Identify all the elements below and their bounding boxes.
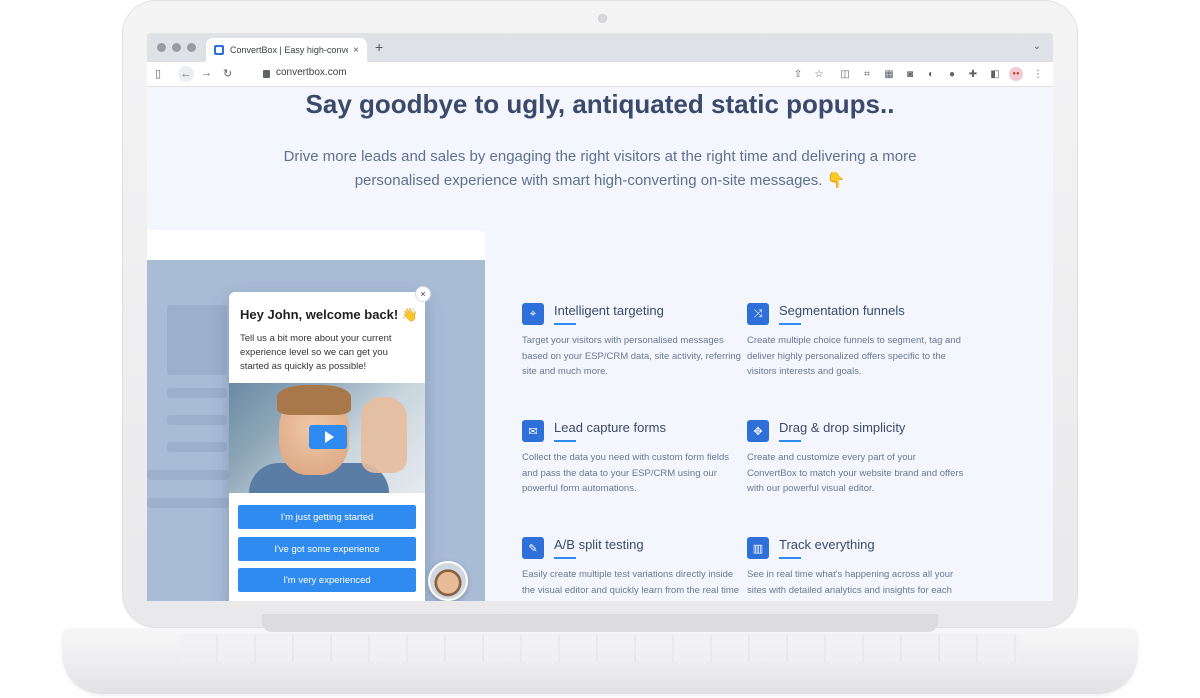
address-bar[interactable]: convertbox.com — [263, 67, 347, 78]
page-subheadline: Drive more leads and sales by engaging t… — [283, 148, 917, 189]
browser-tab-bar: ConvertBox | Easy high-conve × + ⌄ — [147, 33, 1053, 62]
maximize-window-dot[interactable] — [187, 43, 196, 52]
reload-icon[interactable]: ↻ — [223, 67, 232, 80]
extension-circle-icon[interactable]: ◐ — [924, 67, 938, 81]
forward-icon[interactable]: → — [201, 67, 212, 79]
popup-title: Hey John, welcome back! 👋 — [240, 307, 419, 322]
laptop-screen: ConvertBox | Easy high-conve × + ⌄ ▯ ← →… — [147, 33, 1053, 601]
feature-title-underline — [554, 440, 576, 442]
move-icon: ✥ — [747, 420, 769, 442]
placeholder-line — [147, 498, 229, 508]
laptop-mockup: ConvertBox | Easy high-conve × + ⌄ ▯ ← →… — [0, 0, 1200, 698]
feature-title-underline — [779, 323, 801, 325]
feature-title: Segmentation funnels — [779, 303, 905, 318]
popup-video[interactable] — [229, 383, 425, 493]
target-icon: ⌖ — [522, 303, 544, 325]
feature-description: Collect the data you need with custom fo… — [522, 452, 729, 494]
reader-icon[interactable]: ◫ — [838, 67, 852, 81]
sidebar-toggle-icon[interactable]: ▯ — [155, 67, 161, 80]
tab-search-chevron-icon[interactable]: ⌄ — [1033, 41, 1041, 52]
web-page: Say goodbye to ugly, antiquated static p… — [147, 87, 1053, 601]
convertbox-favicon-icon — [214, 45, 224, 55]
tab-close-icon[interactable]: × — [353, 45, 359, 56]
play-icon[interactable] — [309, 425, 347, 449]
placeholder-block — [167, 305, 227, 375]
tab-title: ConvertBox | Easy high-conve — [230, 45, 348, 55]
new-tab-button[interactable]: + — [375, 39, 383, 55]
feature-title-underline — [779, 440, 801, 442]
minimize-window-dot[interactable] — [172, 43, 181, 52]
apps-grid-icon[interactable]: ▦ — [882, 67, 896, 81]
chart-icon: ▥ — [747, 537, 769, 559]
feature-title: Lead capture forms — [554, 420, 667, 435]
webcam-icon — [598, 14, 607, 23]
puzzle-icon[interactable]: ✚ — [966, 67, 980, 81]
popup-option-button[interactable]: I've got some experience — [238, 537, 416, 561]
lock-icon — [263, 69, 270, 78]
mockup-header — [147, 230, 485, 260]
feature-description: Easily create multiple test variations d… — [522, 569, 740, 601]
feature-title: Track everything — [779, 537, 875, 552]
feature-title: Intelligent targeting — [554, 303, 664, 318]
feature-description: Create and customize every part of your … — [747, 452, 964, 494]
feature-description: Target your visitors with personalised m… — [522, 335, 741, 377]
feature-title-underline — [779, 557, 801, 559]
menu-kebab-icon[interactable]: ⋮ — [1031, 67, 1045, 81]
placeholder-line — [147, 470, 229, 480]
back-icon[interactable]: ← — [178, 66, 194, 82]
shuffle-icon: ⤨ — [747, 303, 769, 325]
laptop-hinge — [262, 614, 938, 632]
placeholder-line — [167, 415, 227, 425]
profile-avatar[interactable]: ●● — [1009, 67, 1023, 81]
page-headline: Say goodbye to ugly, antiquated static p… — [305, 89, 895, 119]
browser-toolbar: ▯ ← → ↻ convertbox.com ⇧ ☆ ◫ ⌗ ▦ ◙ ◐ ● ✚… — [147, 62, 1053, 87]
camera-icon[interactable]: ◙ — [903, 67, 917, 81]
keyboard — [180, 634, 1020, 662]
share-icon[interactable]: ⇧ — [791, 67, 805, 81]
feature-title: A/B split testing — [554, 537, 644, 552]
side-panel-icon[interactable]: ◧ — [988, 67, 1002, 81]
video-person-hand — [361, 397, 407, 473]
feature-title-underline — [554, 557, 576, 559]
chat-agent-avatar[interactable] — [428, 561, 468, 601]
video-person-hair — [277, 385, 351, 415]
popup-option-button[interactable]: I'm very experienced — [238, 568, 416, 592]
profile-avatar-icon: ●● — [1009, 67, 1023, 81]
popup-option-button[interactable]: I'm just getting started — [238, 505, 416, 529]
placeholder-line — [167, 388, 227, 398]
screenshot-icon[interactable]: ⌗ — [860, 67, 874, 81]
feature-title-underline — [554, 323, 576, 325]
convertbox-popup: Hey John, welcome back! 👋 Tell us a bit … — [229, 292, 425, 601]
envelope-icon: ✉ — [522, 420, 544, 442]
browser-tab[interactable]: ConvertBox | Easy high-conve × — [206, 38, 367, 62]
close-window-dot[interactable] — [157, 43, 166, 52]
placeholder-line — [167, 442, 227, 452]
popup-text: Tell us a bit more about your current ex… — [240, 333, 392, 372]
bookmark-star-icon[interactable]: ☆ — [812, 67, 826, 81]
window-controls — [157, 43, 196, 52]
feature-description: Create multiple choice funnels to segmen… — [747, 335, 961, 377]
pencil-icon: ✎ — [522, 537, 544, 559]
feature-description: See in real time what's happening across… — [747, 569, 954, 601]
feature-title: Drag & drop simplicity — [779, 420, 906, 435]
url-text: convertbox.com — [276, 67, 347, 78]
popup-close-icon[interactable]: × — [415, 286, 431, 302]
extension-dark-icon[interactable]: ● — [945, 67, 959, 81]
